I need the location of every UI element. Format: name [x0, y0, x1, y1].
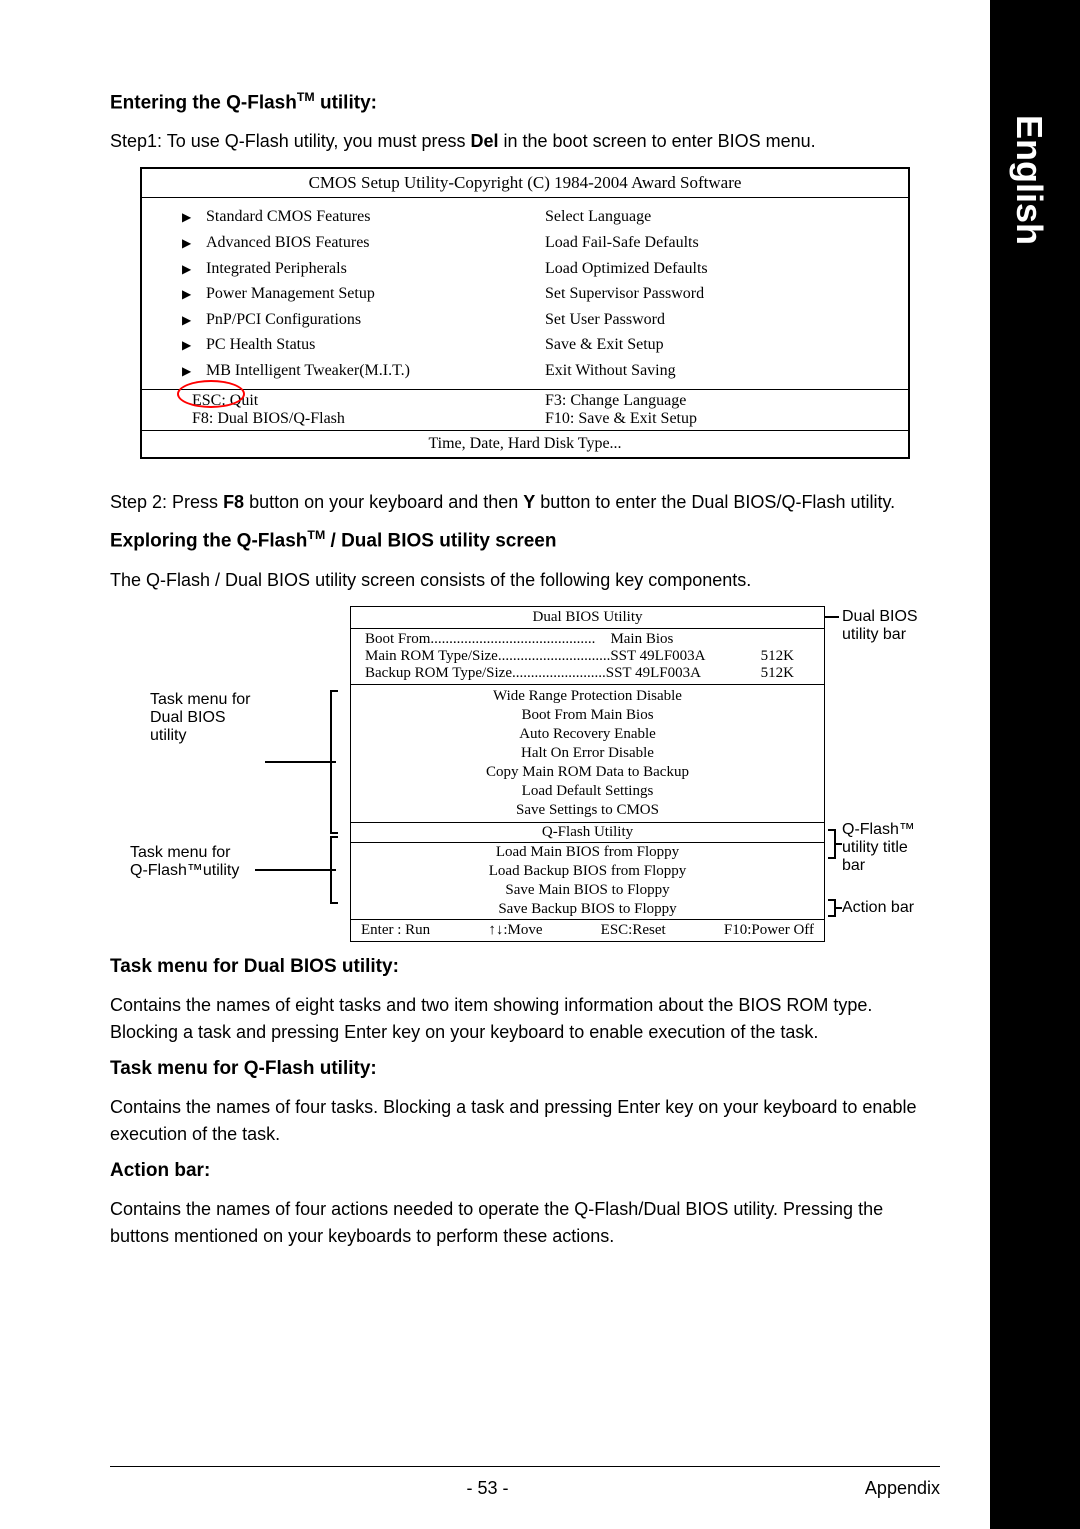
dual-bios-task-menu: Wide Range Protection Disable Boot From …	[351, 685, 824, 823]
task-row[interactable]: Save Settings to CMOS	[351, 801, 824, 820]
cmos-header: CMOS Setup Utility-Copyright (C) 1984-20…	[142, 169, 908, 198]
action-f10: F10:Power Off	[724, 922, 814, 939]
step1-key: Del	[470, 131, 498, 151]
heading-task-menu-qflash: Task menu for Q-Flash utility:	[110, 1058, 940, 1080]
callout-dual-bios-bar: Dual BIOS utility bar	[842, 608, 940, 644]
task-row[interactable]: Copy Main ROM Data to Backup	[351, 763, 824, 782]
qflash-task-menu: Load Main BIOS from Floppy Load Backup B…	[351, 843, 824, 920]
cmos-item[interactable]: Save & Exit Setup	[545, 332, 888, 358]
heading-task-menu-dual: Task menu for Dual BIOS utility:	[110, 956, 940, 978]
cmos-help-right: F3: Change Language F10: Save & Exit Set…	[525, 390, 908, 430]
cmos-item[interactable]: Set Supervisor Password	[545, 281, 888, 307]
callout-qflash-title-bar: Q-Flash™ utility title bar	[842, 821, 940, 875]
cmos-setup-box: CMOS Setup Utility-Copyright (C) 1984-20…	[140, 167, 910, 459]
qflash-title: Q-Flash Utility	[351, 823, 824, 843]
step1-post: in the boot screen to enter BIOS menu.	[499, 131, 816, 151]
cmos-right-column: Select Language Load Fail-Safe Defaults …	[525, 198, 908, 389]
cmos-item[interactable]: ▶Standard CMOS Features	[182, 204, 505, 230]
page-number: - 53 -	[466, 1478, 508, 1499]
heading-entering-qflash: Entering the Q-FlashTM utility:	[110, 90, 940, 114]
f3-hint: F3: Change Language	[545, 392, 888, 410]
dual-bios-title: Dual BIOS Utility	[351, 607, 824, 629]
appendix-label: Appendix	[865, 1478, 940, 1499]
task-row[interactable]: Boot From Main Bios	[351, 706, 824, 725]
step2-text: Step 2: Press F8 button on your keyboard…	[110, 489, 940, 516]
step1-text: Step1: To use Q-Flash utility, you must …	[110, 128, 940, 155]
dual-bios-diagram: Dual BIOS Utility Boot From.............…	[110, 606, 940, 926]
step1-pre: Step1: To use Q-Flash utility, you must …	[110, 131, 470, 151]
cmos-item[interactable]: ▶PC Health Status	[182, 332, 505, 358]
y-key: Y	[523, 492, 535, 512]
task-row[interactable]: Halt On Error Disable	[351, 744, 824, 763]
side-language-tab: English	[990, 0, 1080, 1529]
dual-bios-info-panel: Boot From...............................…	[351, 629, 824, 685]
action-move: ↑↓:Move	[488, 922, 542, 939]
task-row[interactable]: Load Default Settings	[351, 782, 824, 801]
side-language-text: English	[1008, 115, 1050, 245]
qflash-task-row[interactable]: Load Backup BIOS from Floppy	[351, 862, 824, 881]
dual-bios-box: Dual BIOS Utility Boot From.............…	[350, 606, 825, 942]
cmos-item[interactable]: Load Fail-Safe Defaults	[545, 230, 888, 256]
qflash-task-row[interactable]: Load Main BIOS from Floppy	[351, 843, 824, 862]
f8-hint: F8: Dual BIOS/Q-Flash	[192, 410, 525, 428]
heading-exploring-qflash: Exploring the Q-FlashTM / Dual BIOS util…	[110, 528, 940, 552]
heading-action-bar: Action bar:	[110, 1160, 940, 1182]
qflash-task-row[interactable]: Save Main BIOS to Floppy	[351, 881, 824, 900]
action-esc: ESC:Reset	[601, 922, 666, 939]
page-footer: - 53 - Appendix	[110, 1478, 940, 1499]
task-row[interactable]: Wide Range Protection Disable	[351, 687, 824, 706]
callout-task-menu-qflash: Task menu for Q-Flash™utility	[130, 844, 239, 880]
task-menu-qflash-desc: Contains the names of four tasks. Blocki…	[110, 1094, 940, 1148]
cmos-item[interactable]: ▶Advanced BIOS Features	[182, 230, 505, 256]
action-enter: Enter : Run	[361, 922, 430, 939]
f8-key: F8	[223, 492, 244, 512]
cmos-item[interactable]: Load Optimized Defaults	[545, 256, 888, 282]
cmos-left-column: ▶Standard CMOS Features ▶Advanced BIOS F…	[142, 198, 525, 389]
cmos-item[interactable]: ▶PnP/PCI Configurations	[182, 307, 505, 333]
qflash-task-row[interactable]: Save Backup BIOS to Floppy	[351, 900, 824, 919]
cmos-item[interactable]: ▶MB Intelligent Tweaker(M.I.T.)	[182, 358, 505, 384]
cmos-help-left: ESC: Quit F8: Dual BIOS/Q-Flash	[142, 390, 525, 430]
action-bar-desc: Contains the names of four actions neede…	[110, 1196, 940, 1250]
f10-hint: F10: Save & Exit Setup	[545, 410, 888, 428]
footer-rule	[110, 1466, 940, 1467]
callout-action-bar: Action bar	[842, 899, 914, 917]
callout-task-menu-dual: Task menu for Dual BIOS utility	[150, 691, 250, 745]
task-menu-dual-desc: Contains the names of eight tasks and tw…	[110, 992, 940, 1046]
cmos-footer: Time, Date, Hard Disk Type...	[142, 430, 908, 457]
cmos-item[interactable]: ▶Power Management Setup	[182, 281, 505, 307]
cmos-item[interactable]: Set User Password	[545, 307, 888, 333]
cmos-item[interactable]: ▶Integrated Peripherals	[182, 256, 505, 282]
exploring-desc: The Q-Flash / Dual BIOS utility screen c…	[110, 567, 940, 594]
cmos-item[interactable]: Select Language	[545, 204, 888, 230]
task-row[interactable]: Auto Recovery Enable	[351, 725, 824, 744]
cmos-item[interactable]: Exit Without Saving	[545, 358, 888, 384]
action-bar: Enter : Run ↑↓:Move ESC:Reset F10:Power …	[351, 920, 824, 941]
